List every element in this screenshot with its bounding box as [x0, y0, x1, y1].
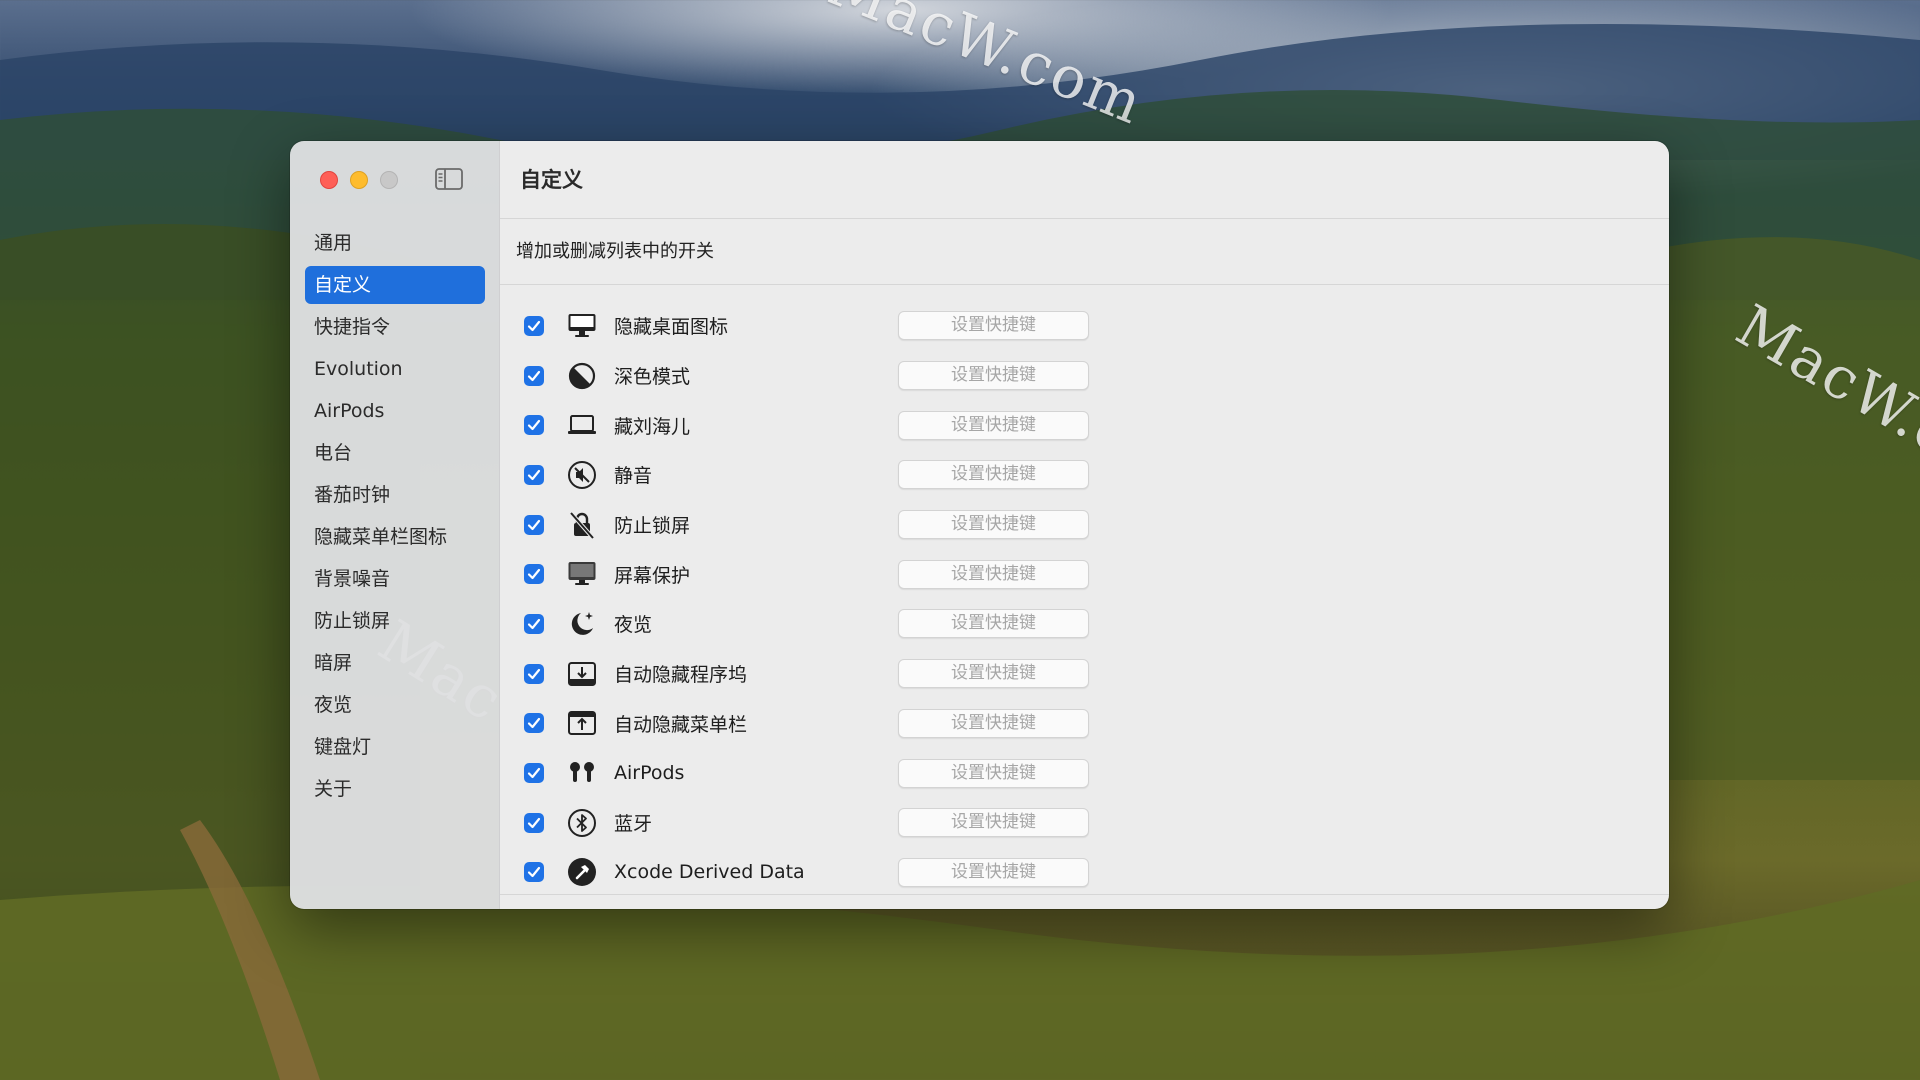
toggle-list: 隐藏桌面图标 设置快捷键 深色模式 设置快捷键 藏刘海儿 设置快捷键 静音 设置…	[500, 301, 1669, 897]
toggle-checkbox[interactable]	[524, 663, 544, 684]
section-description: 增加或删减列表中的开关	[500, 219, 1669, 285]
sidebar-item-about[interactable]: 关于	[305, 770, 485, 808]
window-controls	[320, 171, 398, 189]
list-item: 深色模式 设置快捷键	[500, 351, 1669, 401]
sidebar-item-dim-screen[interactable]: 暗屏	[305, 644, 485, 682]
list-item: 静音 设置快捷键	[500, 450, 1669, 500]
sidebar-item-background-noise[interactable]: 背景噪音	[305, 560, 485, 598]
list-item: Xcode Derived Data 设置快捷键	[500, 848, 1669, 898]
no-lock-icon	[567, 510, 597, 540]
toggle-label: 夜览	[614, 614, 653, 637]
app-window: 通用 自定义 快捷指令 Evolution AirPods 电台 番茄时钟 隐藏…	[290, 141, 1669, 909]
toggle-label: AirPods	[614, 762, 685, 785]
screensaver-icon	[567, 559, 597, 589]
moon-stars-icon	[567, 609, 597, 639]
toggle-label: 隐藏桌面图标	[614, 316, 729, 339]
toggle-checkbox[interactable]	[524, 564, 544, 585]
main-panel: 自定义 增加或删减列表中的开关 隐藏桌面图标 设置快捷键 深色模式 设置快捷键	[500, 141, 1669, 909]
checkmark-icon	[527, 370, 541, 381]
set-shortcut-button[interactable]: 设置快捷键	[898, 559, 1089, 589]
list-item: 自动隐藏程序坞 设置快捷键	[500, 649, 1669, 699]
set-shortcut-button[interactable]: 设置快捷键	[898, 708, 1089, 738]
list-item: AirPods 设置快捷键	[500, 748, 1669, 798]
checkmark-icon	[527, 469, 541, 481]
airpods-icon	[567, 758, 597, 788]
sidebar-item-airpods[interactable]: AirPods	[305, 392, 485, 430]
toggle-label: 深色模式	[614, 366, 691, 389]
checkmark-icon	[527, 817, 541, 828]
toggle-checkbox[interactable]	[524, 613, 544, 634]
sidebar-item-shortcuts[interactable]: 快捷指令	[305, 308, 485, 346]
checkmark-icon	[527, 420, 541, 431]
sidebar-item-prevent-lock[interactable]: 防止锁屏	[305, 602, 485, 640]
checkmark-icon	[527, 320, 541, 331]
set-shortcut-button[interactable]: 设置快捷键	[898, 609, 1089, 639]
bluetooth-icon	[567, 808, 597, 838]
list-item: 自动隐藏菜单栏 设置快捷键	[500, 699, 1669, 749]
desktop-icon	[567, 311, 597, 341]
toggle-label: 静音	[614, 465, 653, 488]
checkmark-icon	[527, 718, 541, 729]
minimize-button[interactable]	[350, 171, 368, 189]
sidebar-item-night-shift[interactable]: 夜览	[305, 686, 485, 724]
list-item: 藏刘海儿 设置快捷键	[500, 400, 1669, 450]
checkmark-icon	[527, 618, 541, 630]
sidebar-item-customize[interactable]: 自定义	[305, 266, 485, 304]
list-item: 夜览 设置快捷键	[500, 599, 1669, 649]
menubar-hide-icon	[567, 708, 597, 738]
set-shortcut-button[interactable]: 设置快捷键	[898, 311, 1089, 341]
toggle-label: 自动隐藏程序坞	[614, 664, 748, 687]
sidebar-item-pomodoro[interactable]: 番茄时钟	[305, 476, 485, 514]
checkmark-icon	[527, 867, 541, 878]
list-item: 防止锁屏 设置快捷键	[500, 500, 1669, 550]
checkmark-icon	[527, 668, 541, 679]
laptop-notch-icon	[567, 410, 597, 440]
close-button[interactable]	[320, 171, 338, 189]
toggle-label: 防止锁屏	[614, 515, 691, 538]
set-shortcut-button[interactable]: 设置快捷键	[898, 758, 1089, 788]
toggle-checkbox[interactable]	[524, 812, 544, 833]
sidebar: 通用 自定义 快捷指令 Evolution AirPods 电台 番茄时钟 隐藏…	[290, 141, 500, 909]
sidebar-item-hide-menubar-icons[interactable]: 隐藏菜单栏图标	[305, 518, 485, 556]
set-shortcut-button[interactable]: 设置快捷键	[898, 510, 1089, 540]
set-shortcut-button[interactable]: 设置快捷键	[898, 460, 1089, 490]
sidebar-item-evolution[interactable]: Evolution	[305, 350, 485, 388]
toggle-checkbox[interactable]	[524, 763, 544, 784]
page-title: 自定义	[500, 141, 1669, 219]
toggle-label: Xcode Derived Data	[614, 861, 805, 884]
toggle-label: 蓝牙	[614, 813, 653, 836]
sidebar-item-keyboard-light[interactable]: 键盘灯	[305, 728, 485, 766]
sidebar-toggle-icon[interactable]	[435, 168, 463, 190]
set-shortcut-button[interactable]: 设置快捷键	[898, 361, 1089, 391]
list-item: 屏幕保护 设置快捷键	[500, 549, 1669, 599]
list-item: 隐藏桌面图标 设置快捷键	[500, 301, 1669, 351]
toggle-checkbox[interactable]	[524, 514, 544, 535]
set-shortcut-button[interactable]: 设置快捷键	[898, 857, 1089, 887]
mute-icon	[567, 460, 597, 490]
divider	[500, 894, 1669, 895]
zoom-button[interactable]	[380, 171, 398, 189]
sidebar-item-radio[interactable]: 电台	[305, 434, 485, 472]
dock-hide-icon	[567, 659, 597, 689]
sidebar-nav: 通用 自定义 快捷指令 Evolution AirPods 电台 番茄时钟 隐藏…	[305, 224, 485, 812]
dark-mode-icon	[567, 361, 597, 391]
xcode-hammer-icon	[567, 857, 597, 887]
checkmark-icon	[527, 519, 541, 530]
toggle-checkbox[interactable]	[524, 862, 544, 883]
toggle-label: 藏刘海儿	[614, 415, 691, 438]
list-item: 蓝牙 设置快捷键	[500, 798, 1669, 848]
checkmark-icon	[527, 767, 541, 779]
toggle-label: 自动隐藏菜单栏	[614, 713, 748, 736]
checkmark-icon	[527, 569, 541, 580]
set-shortcut-button[interactable]: 设置快捷键	[898, 659, 1089, 689]
toggle-label: 屏幕保护	[614, 564, 691, 587]
sidebar-item-general[interactable]: 通用	[305, 224, 485, 262]
toggle-checkbox[interactable]	[524, 464, 544, 485]
toggle-checkbox[interactable]	[524, 315, 544, 336]
set-shortcut-button[interactable]: 设置快捷键	[898, 808, 1089, 838]
toggle-checkbox[interactable]	[524, 415, 544, 436]
set-shortcut-button[interactable]: 设置快捷键	[898, 410, 1089, 440]
toggle-checkbox[interactable]	[524, 713, 544, 734]
toggle-checkbox[interactable]	[524, 365, 544, 386]
